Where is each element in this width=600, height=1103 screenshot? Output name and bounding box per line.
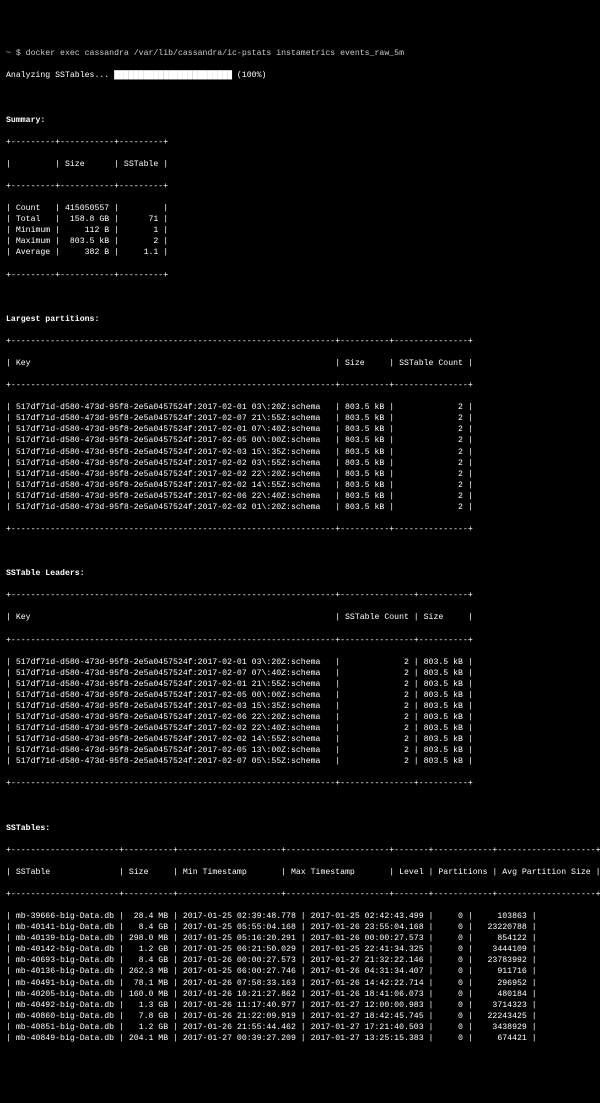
largest-sep2: +---------------------------------------… [6,380,594,391]
command-line: ~ $ docker exec cassandra /var/lib/cassa… [6,48,594,59]
summary-row: | Minimum | 112 B | 1 | [6,225,594,236]
leaders-row: | 517df71d-d580-473d-95f8-2e5a0457524f:2… [6,657,594,668]
largest-row: | 517df71d-d580-473d-95f8-2e5a0457524f:2… [6,458,594,469]
leaders-sep3: +---------------------------------------… [6,778,594,789]
largest-title: Largest partitions: [6,314,594,325]
leaders-row: | 517df71d-d580-473d-95f8-2e5a0457524f:2… [6,701,594,712]
summary-row: | Total | 158.8 GB | 71 | [6,214,594,225]
sstables-sep2: +----------------------+----------+-----… [6,889,594,900]
largest-row: | 517df71d-d580-473d-95f8-2e5a0457524f:2… [6,424,594,435]
largest-row: | 517df71d-d580-473d-95f8-2e5a0457524f:2… [6,480,594,491]
summary-title: Summary: [6,115,594,126]
largest-row: | 517df71d-d580-473d-95f8-2e5a0457524f:2… [6,491,594,502]
blank3 [6,546,594,557]
leaders-row: | 517df71d-d580-473d-95f8-2e5a0457524f:2… [6,679,594,690]
largest-row: | 517df71d-d580-473d-95f8-2e5a0457524f:2… [6,502,594,513]
summary-row: | Average | 382 B | 1.1 | [6,247,594,258]
leaders-head: | Key | SSTable Count | Size | [6,612,594,623]
leaders-sep2: +---------------------------------------… [6,635,594,646]
largest-row: | 517df71d-d580-473d-95f8-2e5a0457524f:2… [6,413,594,424]
leaders-row: | 517df71d-d580-473d-95f8-2e5a0457524f:2… [6,734,594,745]
summary-sep: +---------+-----------+---------+ [6,137,594,148]
sstables-row: | mb-40142-big-Data.db | 1.2 GB | 2017-0… [6,944,594,955]
sstables-row: | mb-40860-big-Data.db | 7.8 GB | 2017-0… [6,1011,594,1022]
largest-sep: +---------------------------------------… [6,336,594,347]
largest-row: | 517df71d-d580-473d-95f8-2e5a0457524f:2… [6,469,594,480]
summary-sep3: +---------+-----------+---------+ [6,270,594,281]
sstables-row: | mb-40851-big-Data.db | 1.2 GB | 2017-0… [6,1022,594,1033]
blank [6,93,594,104]
leaders-row: | 517df71d-d580-473d-95f8-2e5a0457524f:2… [6,723,594,734]
sstables-row: | mb-40849-big-Data.db | 204.1 MB | 2017… [6,1033,594,1044]
sstables-row: | mb-40205-big-Data.db | 160.0 MB | 2017… [6,989,594,1000]
sstables-row: | mb-40491-big-Data.db | 78.1 MB | 2017-… [6,978,594,989]
largest-row: | 517df71d-d580-473d-95f8-2e5a0457524f:2… [6,447,594,458]
leaders-row: | 517df71d-d580-473d-95f8-2e5a0457524f:2… [6,712,594,723]
sstables-head: | SSTable | Size | Min Timestamp | Max T… [6,867,594,878]
summary-sep2: +---------+-----------+---------+ [6,181,594,192]
summary-row: | Count | 415050557 | | [6,203,594,214]
sstables-row: | mb-40139-big-Data.db | 298.0 MB | 2017… [6,933,594,944]
blank2 [6,292,594,303]
largest-row: | 517df71d-d580-473d-95f8-2e5a0457524f:2… [6,435,594,446]
leaders-row: | 517df71d-d580-473d-95f8-2e5a0457524f:2… [6,668,594,679]
largest-sep3: +---------------------------------------… [6,524,594,535]
largest-head: | Key | Size | SSTable Count | [6,358,594,369]
blank4 [6,801,594,812]
summary-row: | Maximum | 803.5 kB | 2 | [6,236,594,247]
sstables-sep: +----------------------+----------+-----… [6,845,594,856]
sstables-row: | mb-40693-big-Data.db | 8.4 GB | 2017-0… [6,955,594,966]
leaders-sep: +---------------------------------------… [6,590,594,601]
sstables-row: | mb-40492-big-Data.db | 1.3 GB | 2017-0… [6,1000,594,1011]
leaders-row: | 517df71d-d580-473d-95f8-2e5a0457524f:2… [6,690,594,701]
sstables-title: SSTables: [6,823,594,834]
analyzing-line: Analyzing SSTables... ██████████████████… [6,70,594,81]
summary-head: | | Size | SSTable | [6,159,594,170]
leaders-row: | 517df71d-d580-473d-95f8-2e5a0457524f:2… [6,756,594,767]
leaders-row: | 517df71d-d580-473d-95f8-2e5a0457524f:2… [6,745,594,756]
sstables-row: | mb-40141-big-Data.db | 8.4 GB | 2017-0… [6,922,594,933]
largest-row: | 517df71d-d580-473d-95f8-2e5a0457524f:2… [6,402,594,413]
sstables-row: | mb-40136-big-Data.db | 262.3 MB | 2017… [6,966,594,977]
leaders-title: SSTable Leaders: [6,568,594,579]
sstables-row: | mb-39666-big-Data.db | 28.4 MB | 2017-… [6,911,594,922]
